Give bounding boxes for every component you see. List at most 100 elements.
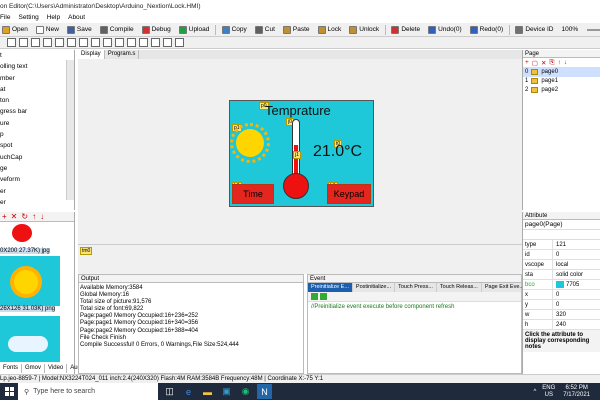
redo-0-button[interactable]: Redo(0) <box>468 24 505 36</box>
toolbox-item[interactable]: olling text <box>0 61 74 72</box>
page-up-icon[interactable]: ↑ <box>558 59 561 66</box>
attribute-selected[interactable]: page0(Page) <box>523 220 600 230</box>
same-size-icon[interactable] <box>103 38 112 47</box>
check2-icon[interactable] <box>320 293 327 300</box>
red-ball-thumbnail[interactable] <box>12 224 32 242</box>
zoom-slider[interactable] <box>587 28 600 31</box>
attribute-row[interactable]: id 0 <box>523 250 600 260</box>
app-green-icon[interactable]: ◉ <box>238 384 253 399</box>
undo-0-button[interactable]: Undo(0) <box>426 24 463 36</box>
taskbar-search[interactable]: ⚲ Type here to search <box>18 383 158 400</box>
attribute-row[interactable]: type 121 <box>523 240 600 250</box>
tab-fonts[interactable]: Fonts <box>0 364 23 373</box>
timer-tm0[interactable]: tm0 <box>80 247 93 255</box>
nextion-app-icon[interactable]: N <box>257 384 272 399</box>
hmi-page[interactable]: p0 Temprature p1 j0 j1 t0 21.0°C b0 Time… <box>229 100 374 207</box>
add-page-icon[interactable]: + <box>525 59 529 66</box>
toolbox-item[interactable]: mber <box>0 73 74 84</box>
toolbox-scrollbar[interactable] <box>66 60 74 200</box>
move-up-icon[interactable] <box>163 38 172 47</box>
move-down-icon[interactable] <box>175 38 184 47</box>
menu-about[interactable]: About <box>68 13 85 23</box>
attribute-row[interactable]: x0 <box>523 290 600 300</box>
attribute-row[interactable]: vscope local <box>523 260 600 270</box>
upload-button[interactable]: Upload <box>177 24 212 36</box>
attribute-row[interactable]: y0 <box>523 300 600 310</box>
sun-thumbnail[interactable] <box>0 256 60 306</box>
page-item[interactable]: 1 page1 <box>523 77 600 86</box>
event-code[interactable]: //Preinitialize event execute before com… <box>308 302 521 312</box>
delete-button[interactable]: Delete <box>389 24 422 36</box>
insert-page-icon[interactable]: ▢ <box>532 59 538 67</box>
align-bottom-icon[interactable] <box>43 38 52 47</box>
send-back-icon[interactable] <box>151 38 160 47</box>
down-icon[interactable]: ↓ <box>40 212 44 221</box>
toolbox-item[interactable]: ton <box>0 95 74 106</box>
align-middle-icon[interactable] <box>67 38 76 47</box>
toolbox-item[interactable]: t <box>0 50 74 61</box>
toolbox-item[interactable]: gress bar <box>0 106 74 117</box>
page-item[interactable]: 0 page0 <box>523 68 600 77</box>
menu-help[interactable]: Help <box>47 13 60 23</box>
temperature-text[interactable]: 21.0°C <box>313 143 362 161</box>
replace-icon[interactable]: ↻ <box>21 212 28 221</box>
same-height-icon[interactable] <box>91 38 100 47</box>
cloud-thumbnail[interactable] <box>0 316 60 362</box>
attribute-row[interactable]: sta solid color <box>523 270 600 280</box>
attribute-row[interactable]: h 240 <box>523 320 600 330</box>
toolbox-item[interactable]: ure <box>0 118 74 129</box>
explorer-icon[interactable]: ▬ <box>200 384 215 399</box>
paste-button[interactable]: Paste <box>281 24 312 36</box>
lang-us[interactable]: US <box>542 392 555 399</box>
bring-front-icon[interactable] <box>139 38 148 47</box>
cut-button[interactable]: Cut <box>253 24 277 36</box>
event-tab[interactable]: Preinitialize E... <box>308 283 353 292</box>
event-tab[interactable]: Touch Releas... <box>437 283 482 292</box>
time-button[interactable]: Time <box>232 184 274 204</box>
event-tab[interactable]: Postinitialize... <box>353 283 396 292</box>
tab-gmov[interactable]: Gmov <box>22 364 46 373</box>
check-icon[interactable] <box>311 293 318 300</box>
copy-page-icon[interactable]: ⎘ <box>549 59 554 67</box>
keypad-button[interactable]: Keypad <box>327 184 371 204</box>
toolbox-item[interactable]: veform <box>0 174 74 185</box>
page-item[interactable]: 2 page2 <box>523 86 600 95</box>
delete-res-icon[interactable]: ✕ <box>11 212 18 221</box>
align-top-icon[interactable] <box>19 38 28 47</box>
toolbox-item[interactable]: ge <box>0 163 74 174</box>
hmi-title[interactable]: Temprature <box>265 103 331 118</box>
toolbox-item[interactable]: at <box>0 84 74 95</box>
tab-video[interactable]: Video <box>45 364 68 373</box>
align-right-icon[interactable] <box>31 38 40 47</box>
align-center-icon[interactable] <box>55 38 64 47</box>
save-button[interactable]: Save <box>65 24 94 36</box>
compile-button[interactable]: Compile <box>98 24 136 36</box>
attribute-row[interactable]: w 320 <box>523 310 600 320</box>
open-button[interactable]: Open <box>0 24 30 36</box>
unlock-button[interactable]: Unlock <box>347 24 381 36</box>
thermometer-bar[interactable] <box>292 119 300 181</box>
add-icon[interactable]: + <box>2 212 7 221</box>
lock-button[interactable]: Lock <box>316 24 344 36</box>
attribute-row[interactable]: bco 7705 <box>523 280 600 290</box>
copy-button[interactable]: Copy <box>220 24 249 36</box>
edge-icon[interactable]: e <box>181 384 196 399</box>
up-icon[interactable]: ↑ <box>32 212 36 221</box>
page-down-icon[interactable]: ↓ <box>564 59 567 66</box>
sun-image[interactable] <box>230 123 270 163</box>
clock-time[interactable]: 6:52 PM <box>563 385 590 392</box>
tab-display[interactable]: Display <box>78 50 105 59</box>
event-tab[interactable]: Touch Press... <box>395 283 437 292</box>
space-h-icon[interactable] <box>115 38 124 47</box>
clock-date[interactable]: 7/17/2021 <box>563 392 590 399</box>
device-id-button[interactable]: Device ID <box>513 24 555 36</box>
task-view-icon[interactable]: ◫ <box>162 384 177 399</box>
menu-file[interactable]: File <box>0 13 10 23</box>
debug-button[interactable]: Debug <box>140 24 173 36</box>
menu-setting[interactable]: Setting <box>18 13 38 23</box>
toolbox-item[interactable]: spot <box>0 140 74 151</box>
toolbox-item[interactable]: er <box>0 186 74 197</box>
same-width-icon[interactable] <box>79 38 88 47</box>
color-swatch[interactable] <box>556 280 564 288</box>
tab-program[interactable]: Program.s <box>105 50 140 59</box>
